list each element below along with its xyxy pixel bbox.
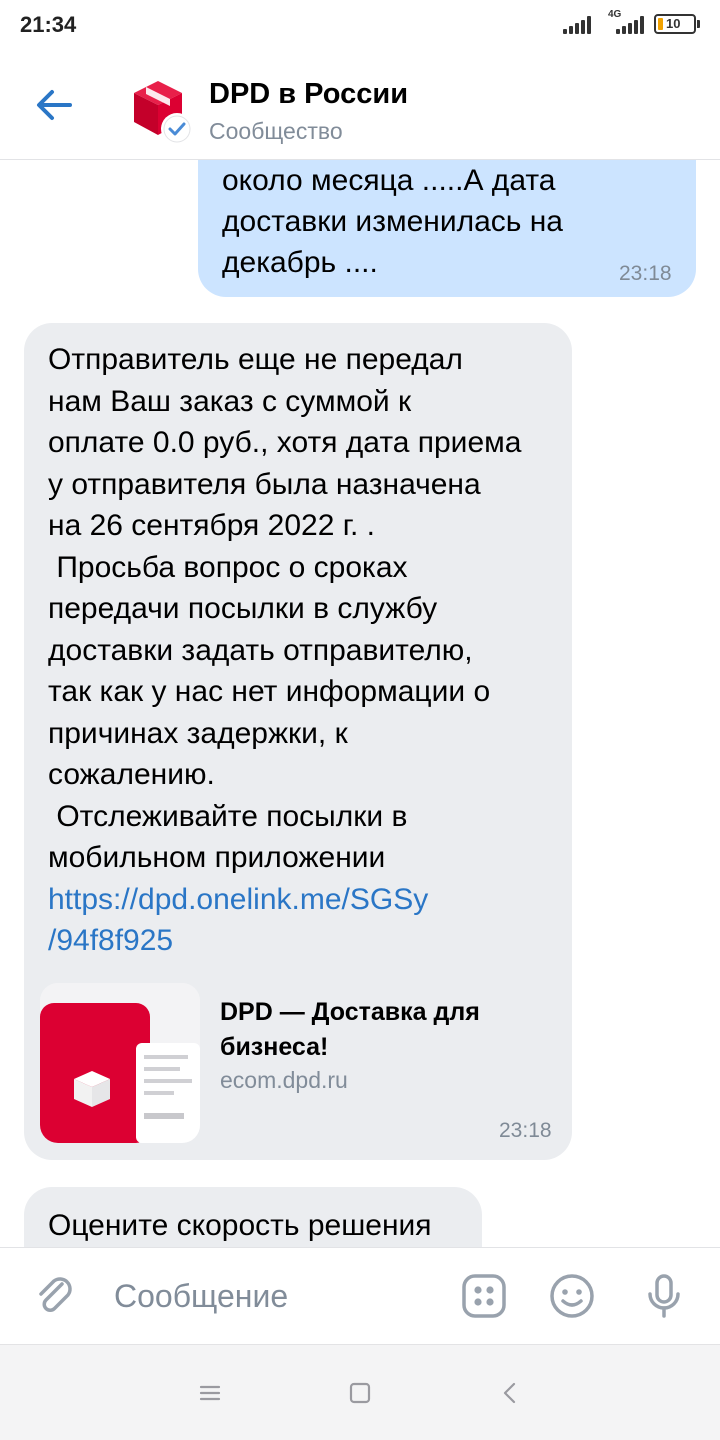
emoji-icon [550,1274,594,1318]
message-time: 23:18 [619,262,672,285]
signal-4g-icon [606,16,644,34]
home-icon [349,1382,371,1404]
message-text: Отправитель еще не передал нам Ваш заказ… [48,339,563,962]
chat-header: DPD в России Сообщество [0,50,720,160]
message-link[interactable]: https://dpd.onelink.me/SGSy /94f8f925 [48,883,428,958]
signal-icon [563,16,591,34]
link-preview-title: DPD — Доставка для бизнеса! [220,998,480,1061]
status-bar: 21:34 4G 10 [0,0,720,50]
link-preview-image [40,983,200,1143]
back-button[interactable] [30,80,80,130]
system-navigation-bar [0,1344,720,1440]
message-input[interactable]: Сообщение [114,1278,288,1315]
battery-level: 10 [666,16,681,31]
voice-message-button[interactable] [640,1272,688,1320]
message-time: 23:18 [499,1119,552,1142]
back-arrow-icon [37,90,72,120]
attach-icon [39,1277,72,1312]
battery-icon: 10 [654,14,696,34]
apps-icon [462,1274,506,1318]
menu-icon [199,1385,221,1401]
apps-button[interactable] [460,1272,508,1320]
message-composer: Сообщение [0,1247,720,1344]
outgoing-message[interactable]: около месяца .....А дата доставки измени… [198,160,696,297]
back-icon [503,1382,516,1404]
link-preview-domain: ecom.dpd.ru [220,1067,348,1093]
status-time: 21:34 [20,12,77,37]
message-body: Отправитель еще не передал нам Ваш заказ… [48,343,522,874]
emoji-button[interactable] [548,1272,596,1320]
home-button[interactable] [342,1375,378,1411]
system-back-button[interactable] [492,1375,528,1411]
incoming-message[interactable]: Отправитель еще не передал нам Ваш заказ… [24,323,572,1160]
message-list[interactable]: около месяца .....А дата доставки измени… [0,160,720,1247]
message-text: около месяца .....А дата доставки измени… [222,164,563,279]
message-text: Оцените скорость решения [48,1209,432,1242]
incoming-message[interactable]: Оцените скорость решения [24,1187,482,1247]
microphone-icon [648,1274,680,1318]
page-title[interactable]: DPD в России [209,78,408,111]
link-preview-card[interactable]: DPD — Доставка для бизнеса! ecom.dpd.ru [40,983,560,1145]
page-subtitle: Сообщество [209,118,343,144]
recents-button[interactable] [192,1375,228,1411]
verified-icon [161,113,193,145]
attach-button[interactable] [32,1272,80,1320]
